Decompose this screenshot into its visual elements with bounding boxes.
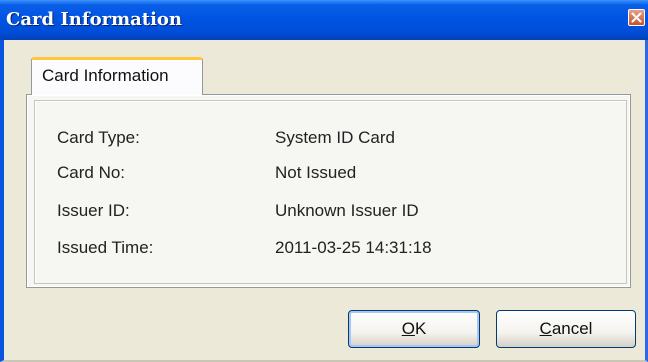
issuer-id-label: Issuer ID:: [57, 201, 130, 220]
window-title: Card Information: [6, 9, 183, 30]
cancel-mnemonic: C: [539, 319, 552, 338]
ok-button[interactable]: OK: [348, 310, 480, 348]
cancel-label-rest: ancel: [551, 319, 593, 338]
card-no-label: Card No:: [57, 163, 126, 182]
ok-mnemonic: O: [401, 319, 415, 338]
cancel-button[interactable]: Cancel: [496, 310, 636, 348]
close-icon: [631, 12, 642, 23]
issued-time-value: 2011-03-25 14:31:18: [275, 238, 432, 257]
card-type-label: Card Type:: [57, 128, 140, 147]
card-no-value: Not Issued: [275, 163, 357, 182]
card-type-value: System ID Card: [275, 128, 395, 147]
issued-time-label: Issued Time:: [57, 238, 154, 257]
tab-card-information[interactable]: Card Information: [31, 57, 203, 95]
issuer-id-value: Unknown Issuer ID: [275, 201, 419, 220]
tab-label: Card Information: [42, 66, 169, 85]
close-button[interactable]: [628, 9, 645, 26]
title-bar[interactable]: Card Information: [0, 0, 648, 40]
ok-label-rest: K: [414, 319, 427, 338]
